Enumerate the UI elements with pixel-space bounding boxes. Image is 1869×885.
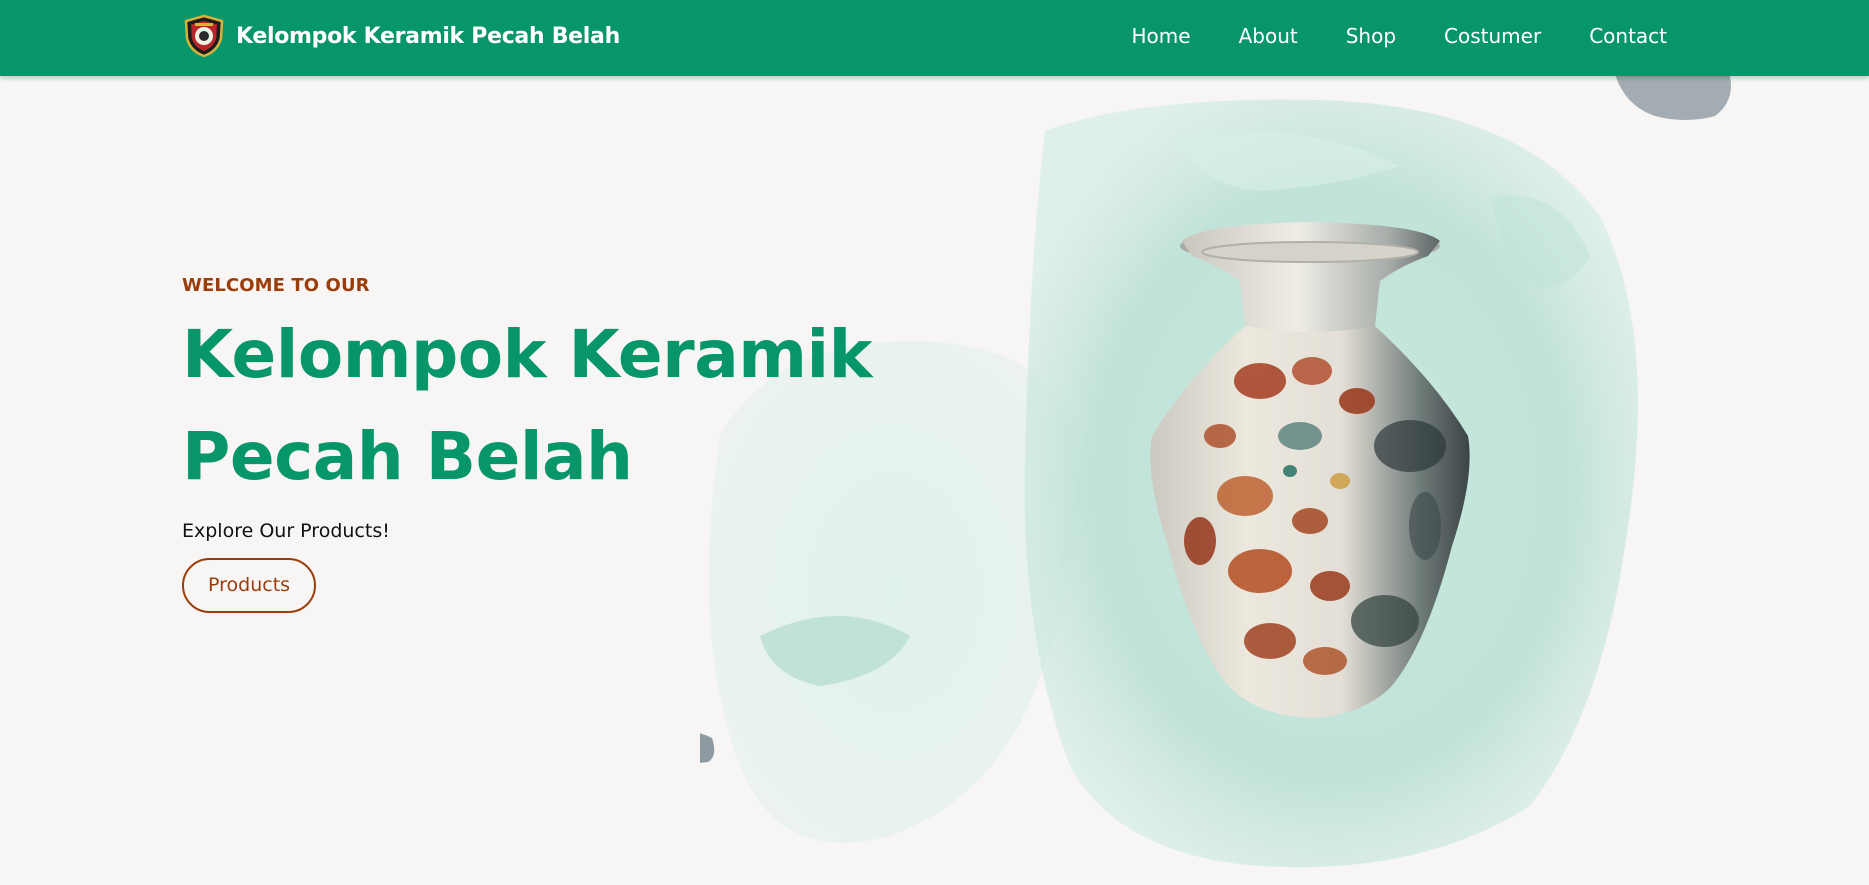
nav-link-shop[interactable]: Shop: [1346, 24, 1396, 48]
hero-text: WELCOME TO OUR Kelompok Keramik Pecah Be…: [182, 275, 902, 613]
logo-icon: [184, 14, 224, 58]
navbar: Kelompok Keramik Pecah Belah Home About …: [0, 0, 1869, 76]
nav-link-contact[interactable]: Contact: [1589, 24, 1667, 48]
brand[interactable]: Kelompok Keramik Pecah Belah: [182, 13, 620, 59]
products-button[interactable]: Products: [182, 558, 317, 613]
brand-name: Kelompok Keramik Pecah Belah: [236, 23, 620, 49]
nav-link-about[interactable]: About: [1239, 24, 1298, 48]
hero-title-line1: Kelompok Keramik: [182, 316, 873, 393]
nav-menu: Home About Shop Costumer Contact: [1132, 0, 1667, 72]
hero-title: Kelompok Keramik Pecah Belah: [182, 304, 902, 508]
hero-title-line2: Pecah Belah: [182, 418, 633, 495]
hero-eyebrow: WELCOME TO OUR: [182, 275, 370, 296]
nav-link-costumer[interactable]: Costumer: [1444, 24, 1541, 48]
hero-subtitle: Explore Our Products!: [182, 520, 390, 542]
nav-link-home[interactable]: Home: [1132, 24, 1191, 48]
